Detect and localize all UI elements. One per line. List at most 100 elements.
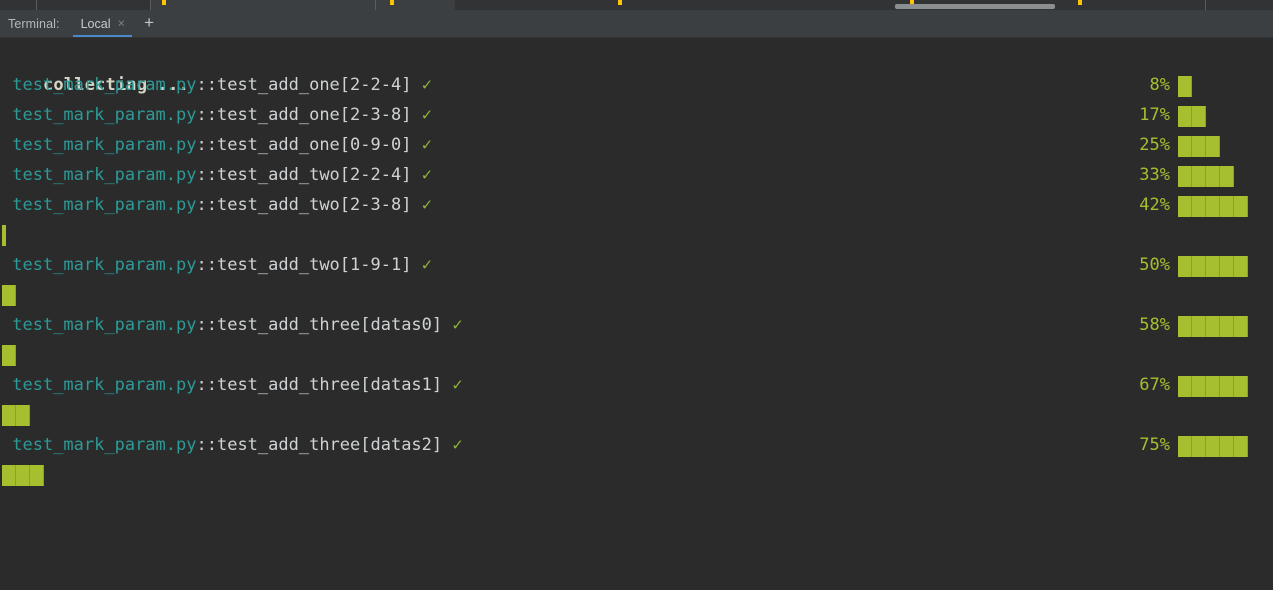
test-pass-checkmark-icon: ✓ [421, 255, 432, 275]
warning-marker-icon [618, 0, 622, 5]
row-indent [2, 105, 12, 125]
test-file-name: test_mark_param.py [12, 135, 197, 155]
row-indent [2, 315, 12, 335]
progress-bar-overflow [2, 225, 6, 246]
test-pass-checkmark-icon: ✓ [452, 435, 463, 455]
progress-block [1220, 316, 1234, 337]
test-file-name: test_mark_param.py [12, 165, 197, 185]
progress-block [1192, 196, 1206, 217]
test-case-name: test_add_three[datas2] [216, 435, 443, 455]
progress-percent: 75% [1139, 435, 1170, 455]
progress-percent: 8% [1149, 75, 1170, 95]
progress-bar [1178, 166, 1234, 187]
progress-bar-overflow-row [0, 340, 1273, 370]
progress-bar [1178, 76, 1192, 97]
progress-block [1206, 166, 1220, 187]
progress-bar-overflow [2, 345, 16, 366]
test-path-separator: :: [196, 75, 217, 95]
progress-bar [1178, 106, 1206, 127]
warning-marker-icon [1078, 0, 1082, 5]
progress-block [1206, 256, 1220, 277]
add-terminal-icon[interactable]: + [136, 9, 162, 36]
progress-block [1192, 106, 1206, 127]
progress-bar [1178, 436, 1248, 457]
progress-bar-overflow [2, 285, 16, 306]
progress-block [1220, 376, 1234, 397]
test-file-name: test_mark_param.py [12, 375, 197, 395]
progress-block [1192, 376, 1206, 397]
progress-percent: 42% [1139, 195, 1170, 215]
progress-block [2, 405, 16, 426]
progress-block [1192, 316, 1206, 337]
test-pass-checkmark-icon: ✓ [421, 195, 432, 215]
test-result-row: test_mark_param.py::test_add_three[datas… [0, 370, 1273, 400]
test-path-separator: :: [196, 135, 217, 155]
terminal-output[interactable]: collecting ... test_mark_param.py::test_… [0, 38, 1273, 590]
progress-block-partial [2, 225, 6, 246]
warning-marker-icon [162, 0, 166, 5]
test-result-row: test_mark_param.py::test_add_two[2-3-8] … [0, 190, 1273, 220]
progress-block [1178, 436, 1192, 457]
progress-block [2, 345, 16, 366]
test-result-row: test_mark_param.py::test_add_two[1-9-1] … [0, 250, 1273, 280]
progress-block [16, 405, 30, 426]
test-result-row: test_mark_param.py::test_add_one[0-9-0] … [0, 130, 1273, 160]
terminal-tab-bar: Terminal: Local × + [0, 10, 1273, 38]
warning-marker-icon [390, 0, 394, 5]
progress-bar-overflow [2, 405, 30, 426]
progress-block [1178, 106, 1192, 127]
test-file-name: test_mark_param.py [12, 315, 197, 335]
test-result-row: test_mark_param.py::test_add_three[datas… [0, 430, 1273, 460]
test-pass-checkmark-icon: ✓ [452, 315, 463, 335]
terminal-tab-label: Local [80, 16, 111, 31]
progress-block [16, 465, 30, 486]
progress-block [1192, 256, 1206, 277]
test-result-row: test_mark_param.py::test_add_one[2-3-8] … [0, 100, 1273, 130]
progress-block [2, 465, 16, 486]
progress-block [1192, 436, 1206, 457]
test-pass-checkmark-icon: ✓ [421, 75, 432, 95]
row-indent [2, 195, 12, 215]
row-indent [2, 255, 12, 275]
test-file-name: test_mark_param.py [12, 435, 197, 455]
progress-block [1234, 256, 1248, 277]
test-path-separator: :: [196, 165, 217, 185]
progress-block [1220, 166, 1234, 187]
test-result-row: test_mark_param.py::test_add_three[datas… [0, 310, 1273, 340]
test-case-name: test_add_two[1-9-1] [216, 255, 412, 275]
editor-toolbar-strip [0, 0, 1273, 10]
row-indent [2, 135, 12, 155]
progress-block [1178, 256, 1192, 277]
test-path-separator: :: [196, 375, 217, 395]
test-pass-checkmark-icon: ✓ [421, 165, 432, 185]
progress-bar [1178, 196, 1248, 217]
test-path-separator: :: [196, 315, 217, 335]
terminal-tab-local[interactable]: Local × [69, 10, 136, 37]
progress-block [1192, 136, 1206, 157]
strip-divider [36, 0, 37, 10]
progress-block [1220, 436, 1234, 457]
progress-block [1234, 316, 1248, 337]
test-result-row: test_mark_param.py::test_add_two[2-2-4] … [0, 160, 1273, 190]
test-file-name: test_mark_param.py [12, 195, 197, 215]
progress-block [1206, 196, 1220, 217]
terminal-heading-line: collecting ... [0, 40, 1273, 95]
progress-block [1234, 376, 1248, 397]
test-path-separator: :: [196, 435, 217, 455]
close-icon[interactable]: × [118, 17, 126, 30]
test-case-name: test_add_two[2-2-4] [216, 165, 412, 185]
horizontal-scrollbar-thumb[interactable] [895, 4, 1055, 9]
test-file-name: test_mark_param.py [12, 255, 197, 275]
progress-percent: 50% [1139, 255, 1170, 275]
test-path-separator: :: [196, 105, 217, 125]
row-indent [2, 435, 12, 455]
test-pass-checkmark-icon: ✓ [452, 375, 463, 395]
row-indent [2, 75, 12, 95]
progress-block [1220, 256, 1234, 277]
